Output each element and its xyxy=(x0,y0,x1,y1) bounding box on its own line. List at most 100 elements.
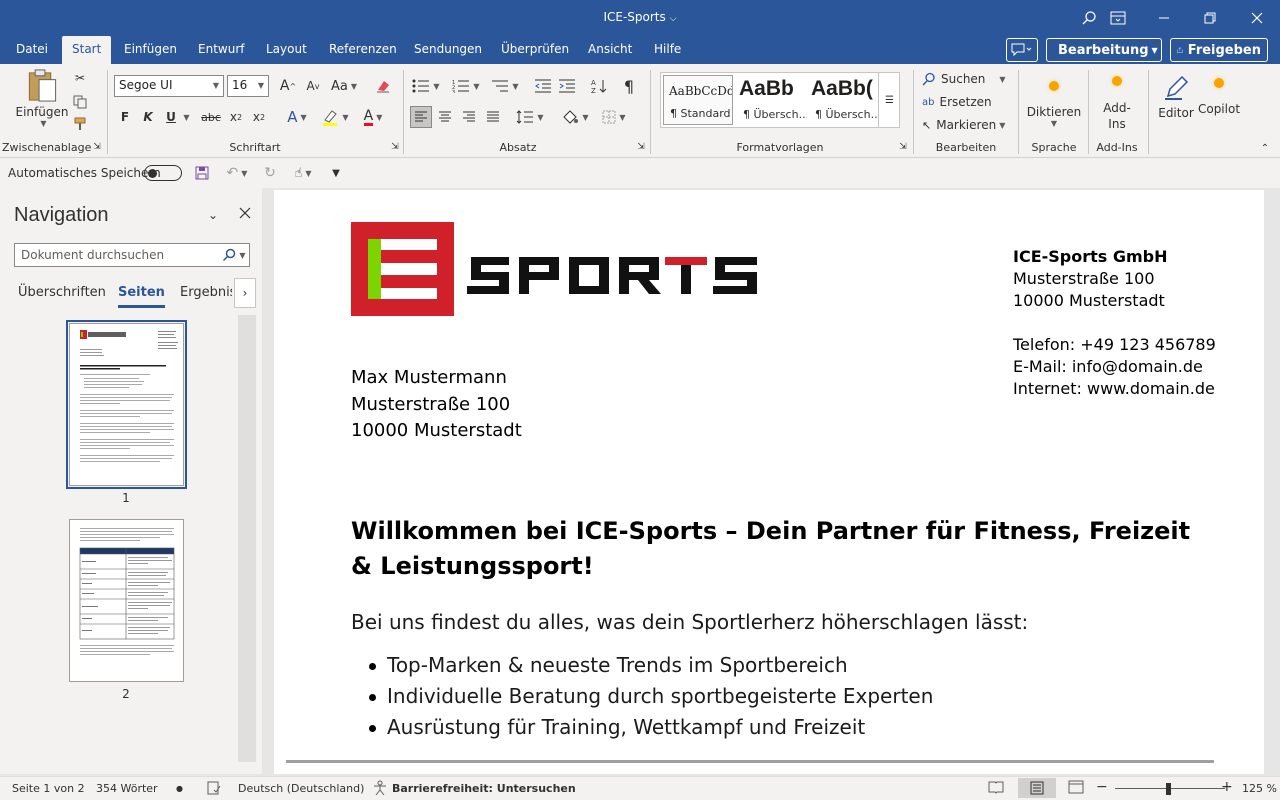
italic-button[interactable]: K xyxy=(139,106,157,128)
comments-button[interactable] xyxy=(1006,38,1038,62)
accessibility-icon[interactable] xyxy=(372,780,388,799)
cut-icon[interactable]: ✂ xyxy=(72,70,88,86)
subscript-icon[interactable]: x2 xyxy=(226,106,246,128)
autosave-toggle[interactable] xyxy=(144,165,182,181)
find-button[interactable]: Suchen ▼ xyxy=(922,70,1006,88)
zoom-in-icon[interactable]: + xyxy=(1221,779,1233,795)
font-name-select[interactable]: Segoe UI ▼ xyxy=(114,75,224,97)
justify-button[interactable] xyxy=(482,106,504,128)
style-standard[interactable]: AaBbCcDd ¶ Standard xyxy=(663,75,733,125)
zoom-slider-thumb[interactable] xyxy=(1166,783,1171,795)
chevron-right-icon[interactable]: › xyxy=(234,278,256,308)
print-layout-icon[interactable] xyxy=(1018,778,1056,798)
touch-mode-icon[interactable]: ☝ ▼ xyxy=(288,164,318,182)
ribbon-display-icon[interactable] xyxy=(1106,6,1130,30)
multilevel-list-icon[interactable]: ▼ xyxy=(488,76,522,96)
editing-mode-button[interactable]: Bearbeitung ▼ xyxy=(1046,38,1162,62)
grow-font-icon[interactable]: A ^ xyxy=(276,76,300,96)
close-icon[interactable] xyxy=(236,204,254,222)
close-icon[interactable] xyxy=(1245,6,1269,30)
chevron-down-icon[interactable]: ▼ xyxy=(180,106,190,128)
align-right-button[interactable] xyxy=(458,106,480,128)
page-thumbnail-1[interactable] xyxy=(66,320,187,489)
tab-layout[interactable]: Layout xyxy=(256,36,317,64)
document-page[interactable]: ICE-Sports GmbH Musterstraße 100 10000 M… xyxy=(274,190,1264,774)
align-left-button[interactable] xyxy=(410,106,432,128)
show-marks-icon[interactable]: ¶ xyxy=(618,76,640,96)
select-button[interactable]: ↖ Markieren ▼ xyxy=(922,116,1005,134)
replace-button[interactable]: ab Ersetzen xyxy=(922,93,992,111)
change-case-icon[interactable]: Aa ▼ xyxy=(329,76,359,96)
shading-icon[interactable]: ▼ xyxy=(558,106,592,128)
numbering-icon[interactable]: 1 2 3 ▼ xyxy=(449,76,483,96)
dialog-launcher-icon[interactable]: ⇲ xyxy=(636,142,646,152)
read-mode-icon[interactable] xyxy=(988,780,1004,797)
decrease-indent-icon[interactable] xyxy=(532,76,554,96)
styles-more-icon[interactable]: ☰ xyxy=(878,72,900,128)
paste-button[interactable]: Einfügen ▼ xyxy=(14,68,70,128)
search-icon[interactable]: ▼ xyxy=(220,246,248,264)
document-title[interactable]: ICE-Sports ⌵ xyxy=(560,10,720,24)
tab-datei[interactable]: Datei xyxy=(6,36,58,64)
dictate-button[interactable]: Diktieren ▼ xyxy=(1026,72,1082,136)
collapse-ribbon-icon[interactable]: ⌃ xyxy=(1258,142,1272,154)
text-effects-icon[interactable]: A ▼ xyxy=(282,106,312,128)
zoom-level[interactable]: 125 % xyxy=(1242,782,1277,795)
proofing-icon[interactable] xyxy=(206,780,222,799)
style-heading2[interactable]: AaBb( ¶ Übersch... xyxy=(809,75,879,125)
align-center-button[interactable] xyxy=(434,106,456,128)
horizontal-scrollbar[interactable] xyxy=(286,760,1214,763)
clear-formatting-icon[interactable] xyxy=(372,76,394,96)
highlight-icon[interactable]: ▼ xyxy=(318,106,352,128)
nav-scrollbar[interactable] xyxy=(238,315,256,762)
addins-button[interactable]: Add-Ins xyxy=(1094,72,1140,136)
tab-ueberpruefen[interactable]: Überprüfen xyxy=(491,36,579,64)
undo-icon[interactable]: ↶ ▼ xyxy=(222,164,252,182)
tab-hilfe[interactable]: Hilfe xyxy=(644,36,691,64)
share-button[interactable]: Freigeben xyxy=(1170,38,1268,62)
font-size-select[interactable]: 16 ▼ xyxy=(227,75,269,97)
zoom-out-icon[interactable]: − xyxy=(1096,779,1108,795)
nav-search-input[interactable]: Dokument durchsuchen xyxy=(14,243,250,267)
underline-button[interactable]: U xyxy=(162,106,180,128)
dialog-launcher-icon[interactable]: ⇲ xyxy=(898,142,908,152)
tab-einfuegen[interactable]: Einfügen xyxy=(114,36,187,64)
editor-button[interactable]: Editor xyxy=(1154,72,1198,122)
copilot-button[interactable]: Copilot xyxy=(1198,72,1240,122)
tab-ansicht[interactable]: Ansicht xyxy=(578,36,642,64)
dialog-launcher-icon[interactable]: ⇲ xyxy=(390,142,400,152)
tab-sendungen[interactable]: Sendungen xyxy=(404,36,492,64)
line-spacing-icon[interactable]: ▼ xyxy=(513,106,547,128)
nav-tab-pages[interactable]: Seiten xyxy=(118,285,165,308)
save-icon[interactable] xyxy=(194,165,210,181)
font-color-icon[interactable]: A ▼ xyxy=(356,106,390,128)
bold-button[interactable]: F xyxy=(116,106,134,128)
word-count[interactable]: 354 Wörter xyxy=(96,782,158,795)
format-painter-icon[interactable] xyxy=(72,116,88,132)
style-heading1[interactable]: AaBb ¶ Übersch... xyxy=(737,75,807,125)
superscript-icon[interactable]: x2 xyxy=(249,106,269,128)
search-icon[interactable] xyxy=(1077,6,1101,30)
strikethrough-icon[interactable]: abc xyxy=(200,106,222,128)
copy-icon[interactable] xyxy=(72,94,88,110)
page-thumbnail-2[interactable] xyxy=(69,519,184,682)
borders-icon[interactable]: ▼ xyxy=(596,106,632,128)
page-count[interactable]: Seite 1 von 2 xyxy=(12,782,85,795)
restore-icon[interactable] xyxy=(1198,6,1222,30)
minimize-icon[interactable] xyxy=(1152,6,1176,30)
chevron-down-icon[interactable]: ⌄ xyxy=(204,206,222,224)
bullets-icon[interactable]: ▼ xyxy=(410,76,442,96)
nav-tab-results[interactable]: Ergebnisse xyxy=(180,285,232,300)
tab-entwurf[interactable]: Entwurf xyxy=(188,36,254,64)
redo-icon[interactable]: ↻ xyxy=(262,164,278,182)
web-layout-icon[interactable] xyxy=(1068,780,1084,797)
accessibility-status[interactable]: Barrierefreiheit: Untersuchen xyxy=(392,782,576,795)
shrink-font-icon[interactable]: Av xyxy=(301,76,325,96)
language[interactable]: Deutsch (Deutschland) xyxy=(238,782,364,795)
tab-referenzen[interactable]: Referenzen xyxy=(319,36,407,64)
dialog-launcher-icon[interactable]: ⇲ xyxy=(92,142,102,152)
tab-start[interactable]: Start xyxy=(62,36,112,64)
sort-icon[interactable]: AZ xyxy=(588,76,610,96)
nav-tab-headings[interactable]: Überschriften xyxy=(18,285,106,300)
increase-indent-icon[interactable] xyxy=(556,76,578,96)
